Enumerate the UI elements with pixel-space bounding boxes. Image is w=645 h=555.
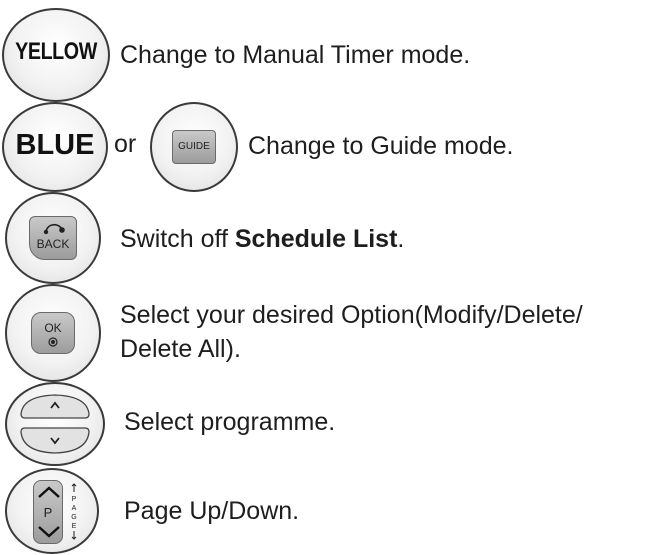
page-keycap: P	[33, 480, 63, 544]
back-description: Switch off Schedule List.	[120, 222, 404, 256]
page-side-arrow-up-icon	[71, 483, 77, 492]
page-down-chevron-icon	[38, 526, 60, 538]
page-side-label: PAGE	[69, 483, 79, 542]
page-description: Page Up/Down.	[124, 497, 300, 525]
blue-button-icon: BLUE	[2, 102, 108, 192]
schedule-list-label: Schedule List	[234, 225, 398, 253]
guide-key-label: GUIDE	[178, 141, 210, 152]
back-description-suffix: .	[397, 225, 405, 253]
back-button-icon: BACK	[5, 192, 101, 284]
page-key-label: P	[43, 505, 53, 520]
yellow-key-label: YELLOW	[15, 38, 97, 65]
ok-key-label: OK	[44, 321, 62, 335]
ok-description-line2: Delete All).	[120, 335, 241, 363]
back-description-prefix: Switch off	[120, 225, 235, 253]
or-connector: or	[114, 130, 137, 158]
ok-keycap: OK	[31, 312, 75, 354]
ok-description-line1: Select your desired Option(Modify/Delete…	[120, 301, 583, 329]
ok-description: Select your desired Option(Modify/Delete…	[120, 298, 583, 366]
channel-keys	[20, 394, 90, 454]
back-key-label: BACK	[36, 237, 70, 251]
back-arrow-icon	[43, 223, 65, 235]
guide-keycap: GUIDE	[172, 130, 216, 164]
channel-description: Select programme.	[124, 408, 336, 436]
channel-up-down-icon	[5, 382, 105, 466]
page-up-chevron-icon	[38, 486, 60, 498]
guide-button-icon: GUIDE	[150, 102, 238, 192]
yellow-description: Change to Manual Timer mode.	[120, 41, 471, 69]
page-side-text: PAGE	[71, 496, 77, 530]
ok-dot-icon	[48, 337, 58, 347]
blue-description: Change to Guide mode.	[248, 132, 514, 160]
page-up-down-icon: P PAGE	[5, 468, 99, 554]
blue-key-label: BLUE	[15, 129, 95, 161]
page-side-arrow-down-icon	[71, 531, 77, 540]
yellow-button-icon: YELLOW	[2, 8, 110, 102]
back-keycap: BACK	[29, 216, 77, 260]
ok-button-icon: OK	[5, 284, 101, 382]
